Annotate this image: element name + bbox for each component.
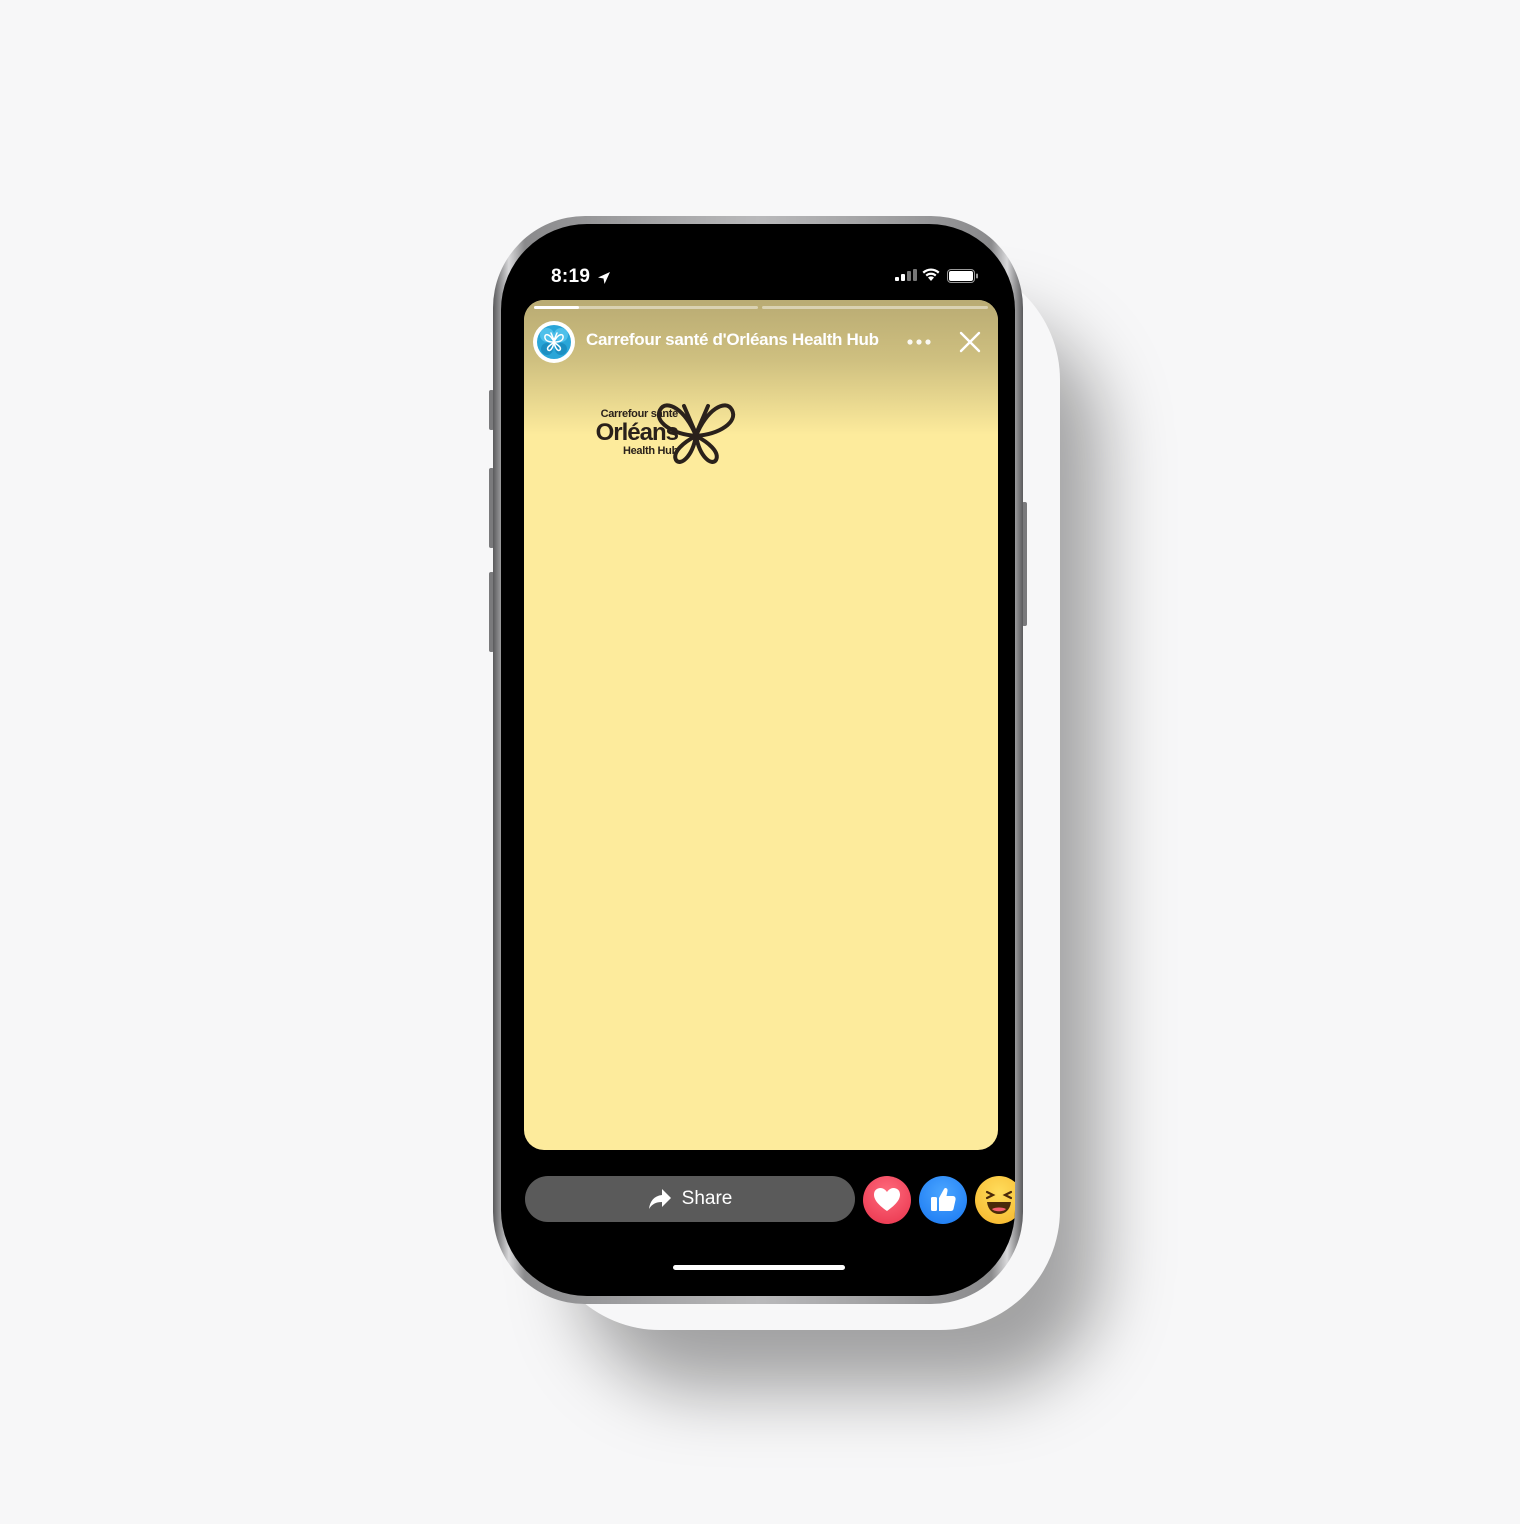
share-button[interactable]: Share <box>525 1176 855 1222</box>
reaction-haha-button[interactable] <box>975 1176 1015 1224</box>
brand-logo: Carrefour santé Orléans Health Hub <box>562 400 762 470</box>
story-progress-segment-2 <box>762 306 988 309</box>
page-name[interactable]: Carrefour santé d'Orléans Health Hub <box>586 330 879 350</box>
mockup-page: 8:19 Carrefour santé d'Orléans Health Hu… <box>0 0 1520 1524</box>
laughing-face-icon <box>985 1190 1013 1214</box>
story-progress-segment-1 <box>534 306 758 309</box>
location-arrow-icon <box>598 272 610 284</box>
battery-icon <box>947 269 978 283</box>
more-horizontal-icon[interactable] <box>906 338 932 346</box>
butterfly-icon <box>537 325 571 359</box>
phone-screen: 8:19 Carrefour santé d'Orléans Health Hu… <box>501 224 1015 1296</box>
share-arrow-icon <box>648 1189 671 1209</box>
close-icon[interactable] <box>959 331 981 353</box>
thumbs-up-icon <box>931 1187 956 1211</box>
wifi-icon <box>922 268 940 281</box>
cellular-signal-icon <box>895 269 917 281</box>
reaction-love-button[interactable] <box>863 1176 911 1224</box>
home-indicator[interactable] <box>673 1265 845 1270</box>
status-time: 8:19 <box>551 266 591 287</box>
heart-icon <box>874 1188 900 1211</box>
share-label: Share <box>681 1188 733 1209</box>
butterfly-icon <box>656 403 736 464</box>
phone-frame: 8:19 Carrefour santé d'Orléans Health Hu… <box>493 216 1023 1304</box>
story-card[interactable]: Carrefour santé d'Orléans Health Hub Car… <box>524 300 998 1150</box>
page-avatar[interactable] <box>533 321 575 363</box>
reaction-like-button[interactable] <box>919 1176 967 1224</box>
